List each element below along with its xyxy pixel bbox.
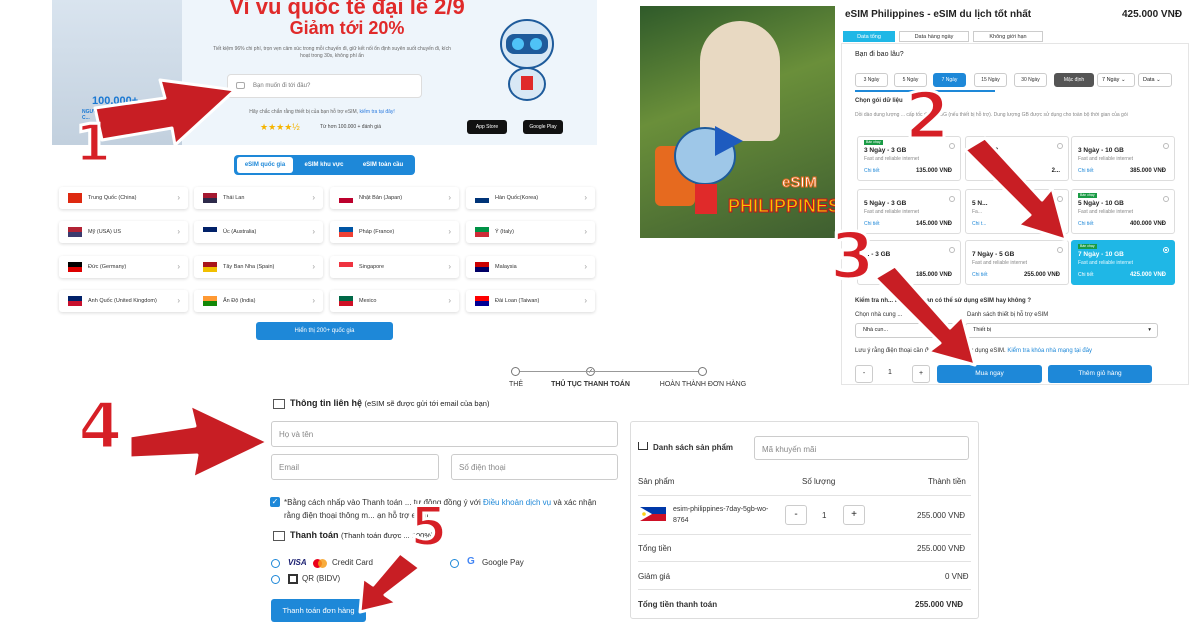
step-number-4: 4 [77,390,125,464]
arrow-4-icon [128,403,270,480]
arrow-2-icon [963,136,1068,242]
step-number-1: 1 [73,114,112,174]
step-number-5: 5 [409,495,450,558]
arrow-5-icon [358,551,422,614]
arrow-3-icon [873,264,977,367]
arrow-1-icon [93,78,237,147]
annotation-arrows [93,78,1068,614]
step-number-3: 3 [829,220,877,294]
step-number-2: 2 [904,80,952,154]
